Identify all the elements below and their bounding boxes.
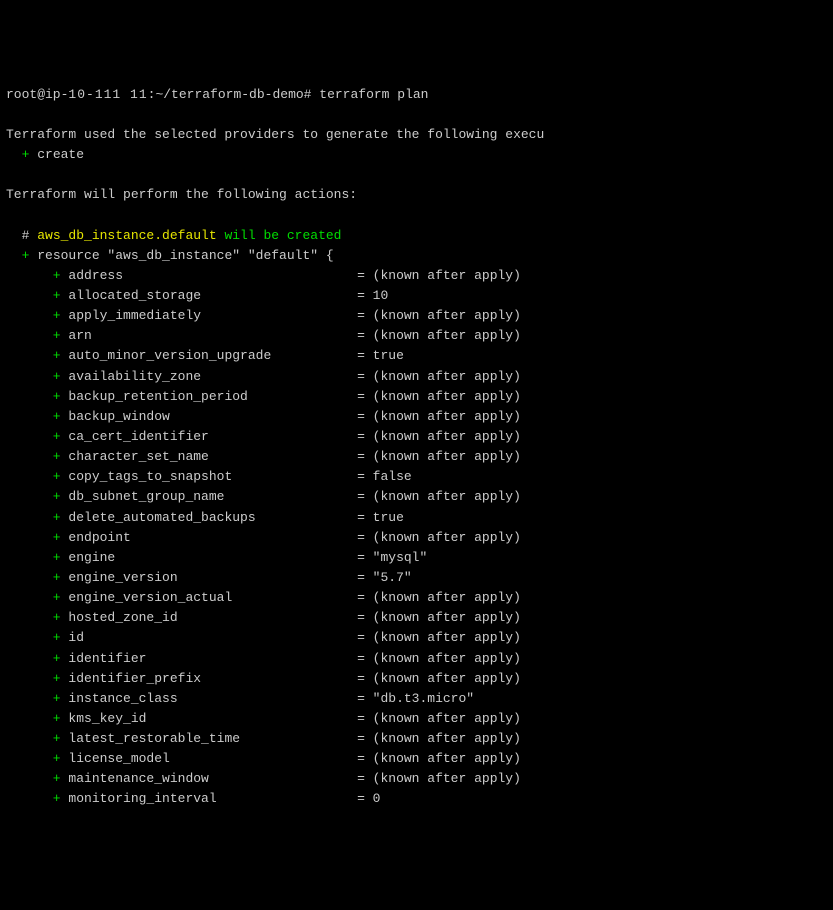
attr-plus: + xyxy=(6,711,68,726)
attribute-row: + kms_key_id = (known after apply) xyxy=(6,709,827,729)
prompt-user: root@ip- xyxy=(6,87,68,102)
attribute-row: + license_model = (known after apply) xyxy=(6,749,827,769)
attribute-row: + endpoint = (known after apply) xyxy=(6,528,827,548)
perform-line: Terraform will perform the following act… xyxy=(6,187,357,202)
attribute-row: + identifier_prefix = (known after apply… xyxy=(6,669,827,689)
attr-name: delete_automated_backups = true xyxy=(68,510,403,525)
attr-plus: + xyxy=(6,308,68,323)
attr-name: license_model = (known after apply) xyxy=(68,751,520,766)
attr-name: engine = "mysql" xyxy=(68,550,427,565)
terminal-output: root@ip-10-111 11:~/terraform-db-demo# t… xyxy=(6,85,827,810)
attr-name: latest_restorable_time = (known after ap… xyxy=(68,731,520,746)
attr-name: hosted_zone_id = (known after apply) xyxy=(68,610,520,625)
attr-plus: + xyxy=(6,449,68,464)
attr-name: arn = (known after apply) xyxy=(68,328,520,343)
attribute-row: + arn = (known after apply) xyxy=(6,326,827,346)
attr-plus: + xyxy=(6,530,68,545)
attr-plus: + xyxy=(6,489,68,504)
attr-plus: + xyxy=(6,268,68,283)
attr-plus: + xyxy=(6,691,68,706)
attr-name: engine_version_actual = (known after app… xyxy=(68,590,520,605)
attribute-row: + auto_minor_version_upgrade = true xyxy=(6,346,827,366)
attr-plus: + xyxy=(6,590,68,605)
comment-hash: # xyxy=(6,228,37,243)
attr-name: backup_retention_period = (known after a… xyxy=(68,389,520,404)
attr-plus: + xyxy=(6,469,68,484)
attr-plus: + xyxy=(6,671,68,686)
attribute-row: + engine_version = "5.7" xyxy=(6,568,827,588)
attr-plus: + xyxy=(6,369,68,384)
resource-plus: + xyxy=(6,248,37,263)
attr-plus: + xyxy=(6,570,68,585)
attr-plus: + xyxy=(6,651,68,666)
comment-suffix: will be created xyxy=(217,228,342,243)
attribute-row: + hosted_zone_id = (known after apply) xyxy=(6,608,827,628)
attribute-row: + engine_version_actual = (known after a… xyxy=(6,588,827,608)
command-text: terraform plan xyxy=(311,87,428,102)
intro-line: Terraform used the selected providers to… xyxy=(6,127,544,142)
attribute-row: + monitoring_interval = 0 xyxy=(6,789,827,809)
prompt-ip: 10-111 11 xyxy=(68,87,147,102)
attribute-row: + maintenance_window = (known after appl… xyxy=(6,769,827,789)
attribute-row: + availability_zone = (known after apply… xyxy=(6,367,827,387)
attr-plus: + xyxy=(6,389,68,404)
attr-name: availability_zone = (known after apply) xyxy=(68,369,520,384)
attr-name: apply_immediately = (known after apply) xyxy=(68,308,520,323)
attribute-row: + backup_window = (known after apply) xyxy=(6,407,827,427)
attribute-row: + db_subnet_group_name = (known after ap… xyxy=(6,487,827,507)
attr-name: copy_tags_to_snapshot = false xyxy=(68,469,411,484)
attributes-list: + address = (known after apply) + alloca… xyxy=(6,266,827,810)
attr-name: auto_minor_version_upgrade = true xyxy=(68,348,403,363)
attr-name: db_subnet_group_name = (known after appl… xyxy=(68,489,520,504)
attr-name: identifier = (known after apply) xyxy=(68,651,520,666)
attribute-row: + instance_class = "db.t3.micro" xyxy=(6,689,827,709)
attribute-row: + address = (known after apply) xyxy=(6,266,827,286)
attr-plus: + xyxy=(6,288,68,303)
attribute-row: + apply_immediately = (known after apply… xyxy=(6,306,827,326)
attr-plus: + xyxy=(6,409,68,424)
attr-plus: + xyxy=(6,328,68,343)
attr-name: endpoint = (known after apply) xyxy=(68,530,520,545)
attr-name: monitoring_interval = 0 xyxy=(68,791,380,806)
prompt-path: :~/terraform-db-demo# xyxy=(148,87,312,102)
attribute-row: + backup_retention_period = (known after… xyxy=(6,387,827,407)
attribute-row: + copy_tags_to_snapshot = false xyxy=(6,467,827,487)
create-plus: + xyxy=(6,147,37,162)
attribute-row: + id = (known after apply) xyxy=(6,628,827,648)
attr-plus: + xyxy=(6,630,68,645)
attribute-row: + character_set_name = (known after appl… xyxy=(6,447,827,467)
attr-name: backup_window = (known after apply) xyxy=(68,409,520,424)
attr-plus: + xyxy=(6,791,68,806)
attribute-row: + identifier = (known after apply) xyxy=(6,649,827,669)
attr-plus: + xyxy=(6,510,68,525)
attribute-row: + latest_restorable_time = (known after … xyxy=(6,729,827,749)
create-label: create xyxy=(37,147,84,162)
attr-name: id = (known after apply) xyxy=(68,630,520,645)
resource-name-comment: aws_db_instance.default xyxy=(37,228,216,243)
attr-name: allocated_storage = 10 xyxy=(68,288,388,303)
attr-name: character_set_name = (known after apply) xyxy=(68,449,520,464)
attr-name: engine_version = "5.7" xyxy=(68,570,411,585)
attr-name: kms_key_id = (known after apply) xyxy=(68,711,520,726)
attr-plus: + xyxy=(6,610,68,625)
attribute-row: + allocated_storage = 10 xyxy=(6,286,827,306)
attribute-row: + engine = "mysql" xyxy=(6,548,827,568)
resource-decl: resource "aws_db_instance" "default" { xyxy=(37,248,333,263)
attr-name: ca_cert_identifier = (known after apply) xyxy=(68,429,520,444)
prompt-line: root@ip-10-111 11:~/terraform-db-demo# t… xyxy=(6,87,429,102)
attr-name: instance_class = "db.t3.micro" xyxy=(68,691,474,706)
attr-plus: + xyxy=(6,771,68,786)
attribute-row: + ca_cert_identifier = (known after appl… xyxy=(6,427,827,447)
attr-name: address = (known after apply) xyxy=(68,268,520,283)
attr-plus: + xyxy=(6,731,68,746)
attr-name: identifier_prefix = (known after apply) xyxy=(68,671,520,686)
attr-plus: + xyxy=(6,429,68,444)
attr-name: maintenance_window = (known after apply) xyxy=(68,771,520,786)
attr-plus: + xyxy=(6,550,68,565)
attribute-row: + delete_automated_backups = true xyxy=(6,508,827,528)
attr-plus: + xyxy=(6,348,68,363)
attr-plus: + xyxy=(6,751,68,766)
